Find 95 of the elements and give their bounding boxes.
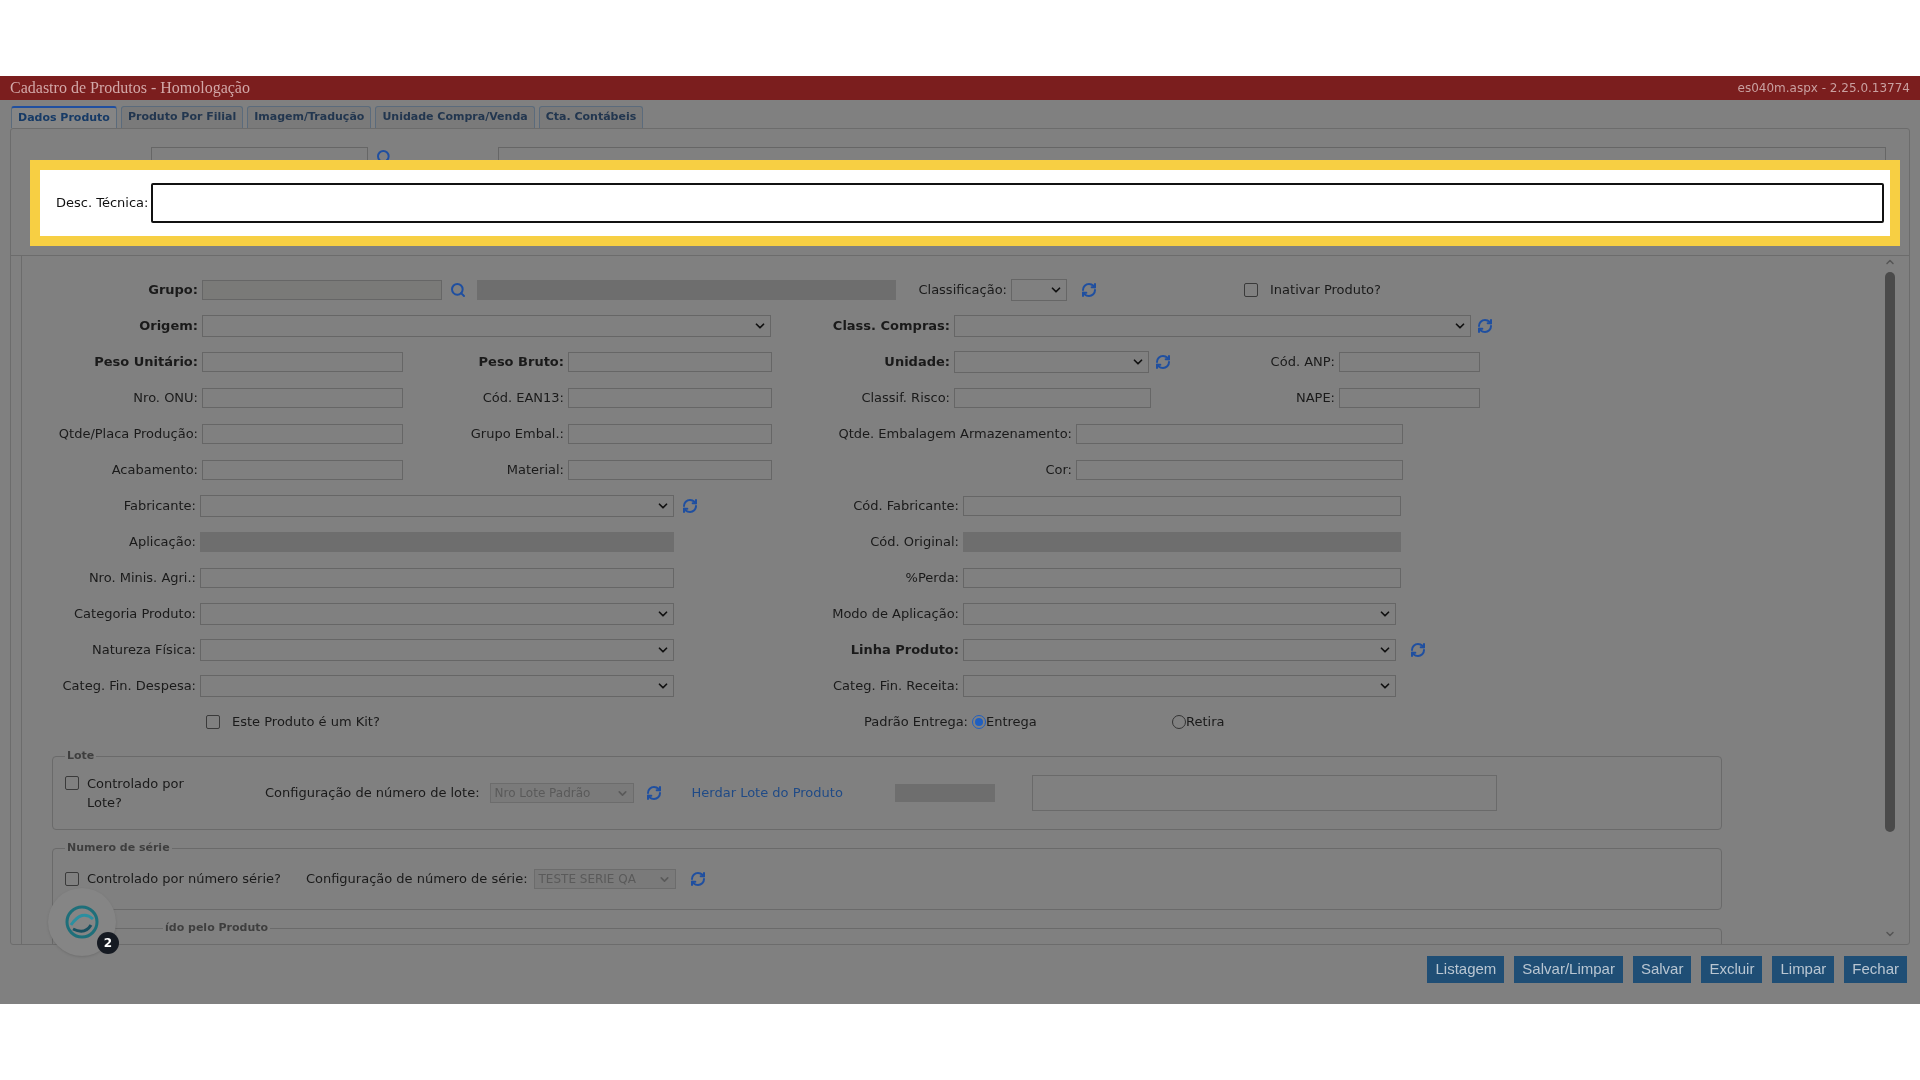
field-label: Acabamento: [111,461,198,480]
select-field[interactable] [963,675,1396,697]
field-label: Modo de Aplicação: [832,605,959,624]
action-button[interactable]: Excluir [1701,956,1763,983]
checkbox-label: Este Produto é um Kit? [232,713,381,732]
checkbox-label: Controlado por Lote? [87,775,185,812]
checkbox-label: Inativar Produto? [1270,281,1381,300]
input-field[interactable] [1339,352,1480,372]
input-field[interactable] [202,352,403,372]
field-label: Cód. Fabricante: [853,497,959,516]
select-field[interactable] [1011,279,1067,301]
input-field[interactable] [963,568,1401,588]
input-field[interactable] [568,352,772,372]
radio-button[interactable] [1172,715,1186,729]
refresh-icon[interactable] [1081,282,1097,298]
field-label: Cód. EAN13: [482,389,564,408]
field-label: Classif. Risco: [861,389,950,408]
field-label: Grupo Embal.: [470,425,564,444]
field-label: Configuração de número de série: [305,870,528,889]
input-field[interactable] [200,568,674,588]
swirl-logo-icon [63,903,101,941]
action-button[interactable]: Limpar [1772,956,1835,983]
input-field[interactable] [1339,388,1480,408]
field-label: Cód. ANP: [1270,353,1335,372]
select-field[interactable] [954,315,1471,337]
input-field[interactable] [568,388,772,408]
field-label: Fabricante: [123,497,196,516]
field-label: Peso Bruto: [478,353,564,372]
action-button[interactable]: Salvar [1632,956,1692,983]
field-label: Classificação: [918,281,1007,300]
input-field[interactable] [963,496,1401,516]
radio-label: Entrega [986,713,1037,732]
action-button[interactable]: Fechar [1844,956,1907,983]
tab[interactable]: Imagem/Tradução [247,106,372,128]
field-label: Qtde/Placa Produção: [58,425,198,444]
select-field[interactable] [200,639,674,661]
refresh-icon[interactable] [682,498,698,514]
action-button[interactable]: Listagem [1427,956,1505,983]
input-field[interactable] [954,388,1151,408]
field-label: Nro. Minis. Agri.: [88,569,196,588]
scrollbar-thumb[interactable] [1885,272,1895,832]
select-field[interactable] [200,675,674,697]
field-label: Linha Produto: [850,641,959,660]
field-label: Configuração de número de lote: [265,784,480,803]
radio-label: Retira [1186,713,1225,732]
select-field[interactable] [202,315,771,337]
refresh-icon[interactable] [1155,354,1171,370]
input-field[interactable] [202,424,403,444]
field-label: Unidade: [884,353,950,372]
field-label: NAPE: [1295,389,1335,408]
tab[interactable]: Cta. Contábeis [538,106,644,128]
select-field[interactable] [954,351,1149,373]
refresh-icon[interactable] [689,871,706,887]
field-label: Qtde. Embalagem Armazenamento: [838,425,1072,444]
tab[interactable]: Dados Produto [11,106,117,128]
field-label: Desc. Técnica: [56,194,150,213]
select-field[interactable] [963,639,1396,661]
refresh-icon[interactable] [645,785,662,801]
text-area[interactable] [151,183,1884,223]
field-label: Categ. Fin. Receita: [833,677,959,696]
field-label: Cód. Original: [870,533,959,552]
field-label: Categoria Produto: [74,605,196,624]
field-label: Cor: [1045,461,1072,480]
checkbox[interactable] [206,715,220,729]
input-field[interactable] [202,388,403,408]
field-label: Grupo: [148,281,198,300]
field-label: Peso Unitário: [94,353,198,372]
radio-button[interactable] [972,715,986,729]
action-button[interactable]: Salvar/Limpar [1514,956,1623,983]
field-label: %Perda: [905,569,959,588]
field-label: Nro. ONU: [133,389,198,408]
checkbox-label: Controlado por número série? [87,870,281,889]
input-field[interactable] [202,460,403,480]
field-label: Material: [506,461,564,480]
field-label: Categ. Fin. Despesa: [62,677,196,696]
field-label: Natureza Física: [92,641,196,660]
tab[interactable]: Unidade Compra/Venda [375,106,535,128]
window-title: Cadastro de Produtos - Homologação [10,78,250,99]
field-label: Padrão Entrega: [863,713,968,732]
input-field[interactable] [1076,460,1403,480]
select-field[interactable] [200,495,674,517]
checkbox[interactable] [1244,283,1258,297]
input-field[interactable] [1076,424,1403,444]
version-text: es040m.aspx - 2.25.0.13774 [1737,80,1910,97]
field-label: Origem: [139,317,198,336]
select-field[interactable] [963,603,1396,625]
input-field[interactable] [568,460,772,480]
refresh-icon[interactable] [1477,318,1493,334]
select-field[interactable] [200,603,674,625]
input-field[interactable] [568,424,772,444]
tab[interactable]: Produto Por Filial [120,106,244,128]
input-field[interactable] [202,280,442,300]
field-label: Class. Compras: [832,317,950,336]
refresh-icon[interactable] [1410,642,1426,658]
field-label: Aplicação: [129,533,196,552]
